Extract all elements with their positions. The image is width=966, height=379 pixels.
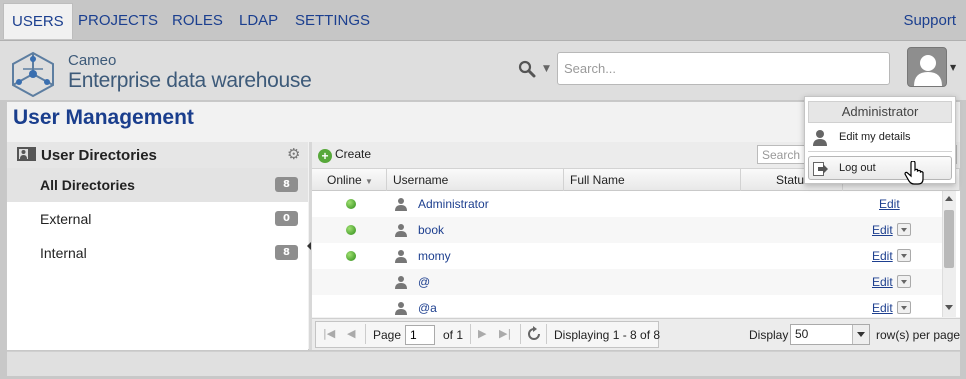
gear-icon[interactable]: ⚙ — [287, 147, 300, 162]
edit-link[interactable]: Edit — [872, 249, 893, 263]
rows-per-page-label: row(s) per page — [876, 328, 961, 342]
collapse-arrow-icon[interactable] — [307, 242, 311, 250]
scrollbar-thumb[interactable] — [944, 210, 954, 268]
last-page-icon[interactable]: ▶| — [499, 327, 511, 340]
user-icon — [395, 224, 407, 237]
directory-label: External — [40, 211, 92, 227]
footer-bar — [7, 351, 960, 376]
online-indicator — [346, 199, 356, 209]
user-icon — [395, 276, 407, 289]
page-label: Page — [373, 328, 402, 342]
row-menu-dropdown-icon[interactable] — [897, 275, 911, 288]
edit-user-icon — [813, 130, 827, 146]
logout-label[interactable]: Log out — [839, 162, 876, 174]
username-link[interactable]: Administrator — [418, 197, 489, 211]
search-options-caret-icon[interactable]: ▼ — [543, 64, 550, 74]
online-indicator — [346, 225, 356, 235]
column-full-name[interactable]: Full Name — [564, 169, 741, 191]
display-info: Displaying 1 - 8 of 8 — [554, 328, 661, 342]
sort-caret-icon: ▼ — [365, 177, 373, 186]
directories-title: User Directories — [41, 147, 157, 164]
column-username[interactable]: Username — [387, 169, 564, 191]
count-badge: 8 — [275, 177, 298, 192]
logo-cube-icon — [12, 51, 54, 97]
menu-divider — [808, 151, 952, 152]
logout-icon — [813, 162, 828, 176]
separator — [365, 324, 366, 344]
username-link[interactable]: @a — [418, 301, 437, 315]
table-row[interactable]: @a Edit — [312, 295, 942, 317]
edit-link[interactable]: Edit — [872, 223, 893, 237]
avatar-caret-icon[interactable]: ▼ — [950, 63, 956, 72]
username-link[interactable]: book — [418, 223, 444, 237]
support-link[interactable]: Support — [903, 3, 956, 39]
directory-icon — [17, 147, 36, 161]
first-page-icon[interactable]: |◀ — [323, 327, 335, 340]
page-title: User Management — [13, 106, 194, 129]
edit-link[interactable]: Edit — [872, 275, 893, 289]
table-row[interactable]: book Edit — [312, 217, 942, 243]
table-row[interactable]: momy Edit — [312, 243, 942, 269]
scroll-down-icon[interactable] — [945, 305, 953, 310]
directory-label: All Directories — [40, 177, 135, 193]
prev-page-icon[interactable]: ◀ — [347, 327, 355, 340]
brand-line2: Enterprise data warehouse — [68, 69, 312, 92]
user-avatar-icon — [914, 55, 942, 86]
user-icon — [395, 302, 407, 315]
tab-users[interactable]: USERS — [3, 3, 73, 39]
chevron-down-icon[interactable] — [852, 325, 869, 344]
search-input[interactable] — [557, 52, 890, 85]
directory-item-internal[interactable]: Internal 8 — [7, 236, 308, 270]
count-badge: 0 — [275, 211, 298, 226]
separator — [546, 324, 547, 344]
row-menu-dropdown-icon[interactable] — [897, 249, 911, 262]
separator — [470, 324, 471, 344]
hand-cursor-icon — [904, 161, 924, 185]
refresh-icon[interactable] — [526, 326, 542, 342]
username-link[interactable]: @ — [418, 275, 430, 289]
edit-link[interactable]: Edit — [879, 197, 900, 211]
brand-line1: Cameo — [68, 52, 117, 69]
user-avatar-button[interactable] — [907, 47, 947, 87]
username-link[interactable]: momy — [418, 249, 451, 263]
edit-my-details-item[interactable]: Edit my details — [839, 131, 911, 143]
top-nav-bar: USERS PROJECTS ROLES LDAP SETTINGS Suppo… — [0, 0, 966, 41]
directory-item-external[interactable]: External 0 — [7, 202, 308, 236]
search-icon[interactable] — [518, 60, 536, 78]
count-badge: 8 — [275, 245, 298, 260]
grid-body: Administrator Edit book Edit momy Edit @… — [312, 191, 960, 317]
row-menu-dropdown-icon[interactable] — [897, 301, 911, 314]
page-of-label: of 1 — [443, 328, 464, 342]
scroll-up-icon[interactable] — [945, 196, 953, 201]
tab-ldap[interactable]: LDAP — [231, 3, 286, 39]
logout-menu-item[interactable] — [808, 156, 952, 180]
edit-link[interactable]: Edit — [872, 301, 893, 315]
create-label: Create — [335, 147, 372, 161]
next-page-icon[interactable]: ▶ — [478, 327, 486, 340]
user-icon — [395, 198, 407, 211]
tab-settings[interactable]: SETTINGS — [287, 3, 378, 39]
separator — [520, 324, 521, 344]
tab-roles[interactable]: ROLES — [164, 3, 231, 39]
plus-icon: + — [318, 149, 332, 163]
page-number-input[interactable] — [405, 325, 435, 345]
directory-item-all[interactable]: All Directories 8 — [7, 168, 308, 202]
online-indicator — [346, 251, 356, 261]
column-online[interactable]: Online ▼ — [312, 169, 387, 191]
create-button[interactable]: + Create — [318, 147, 371, 163]
user-icon — [395, 250, 407, 263]
display-label: Display — [749, 328, 789, 342]
table-row[interactable]: @ Edit — [312, 269, 942, 295]
directory-label: Internal — [40, 245, 87, 261]
tab-projects[interactable]: PROJECTS — [70, 3, 166, 39]
user-menu-title: Administrator — [808, 101, 952, 123]
row-menu-dropdown-icon[interactable] — [897, 223, 911, 236]
table-row[interactable]: Administrator Edit — [312, 191, 942, 217]
